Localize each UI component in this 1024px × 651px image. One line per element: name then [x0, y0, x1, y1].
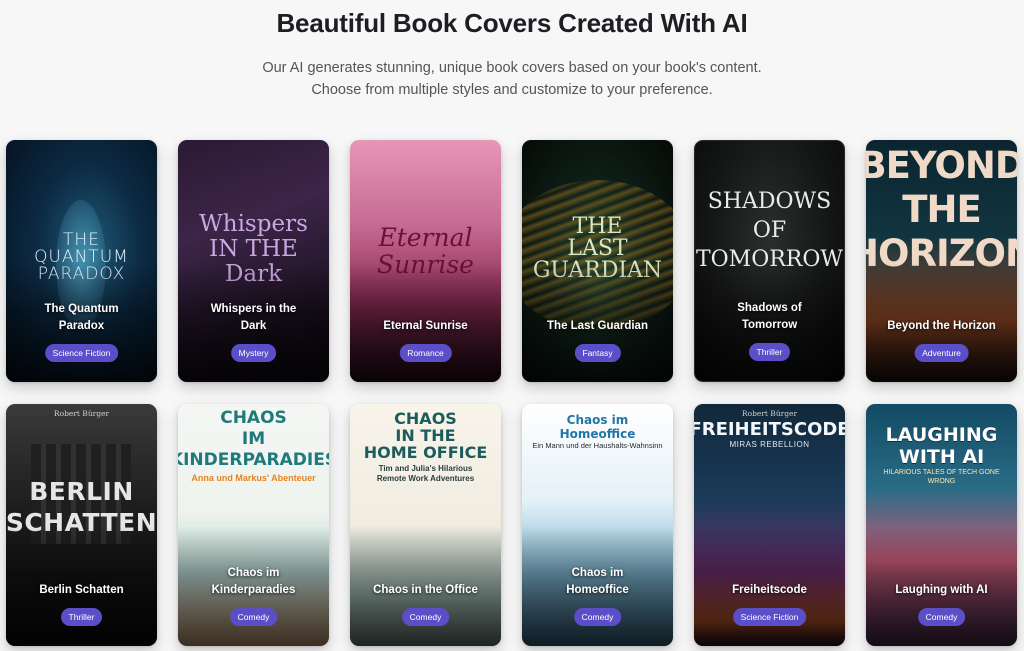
- cover-art-subtitle: Anna und Markus' Abenteuer: [191, 473, 316, 483]
- book-title: Whispers in the Dark: [210, 303, 297, 332]
- genre-badge: Comedy: [917, 608, 966, 626]
- book-card-freiheitscode[interactable]: Robert Bürger FREIHEITSCODE MIRAS REBELL…: [694, 404, 845, 646]
- book-card-chaos-in-the-office[interactable]: CHAOS IN THE HOME OFFICE Tim and Julia's…: [350, 404, 501, 646]
- cover-art-title: LAUGHING WITH AI: [885, 424, 998, 468]
- book-title: Laughing with AI: [895, 584, 988, 596]
- book-title: Chaos im Kinderparadies: [211, 567, 296, 596]
- cover-art-subtitle: HILARIOUS TALES OF TECH GONE WRONG: [883, 469, 1000, 485]
- cover-art-title: CHAOS IM KINDERPARADIES: [178, 408, 329, 470]
- book-title: Berlin Schatten: [39, 584, 124, 596]
- page-subtitle: Our AI generates stunning, unique book c…: [0, 58, 1024, 101]
- book-title: Shadows of Tomorrow: [737, 302, 802, 331]
- genre-badge: Fantasy: [574, 344, 621, 362]
- genre-badge: Comedy: [401, 608, 450, 626]
- book-card-laughing-with-ai[interactable]: LAUGHING WITH AI HILARIOUS TALES OF TECH…: [866, 404, 1017, 646]
- cover-art-title: CHAOS IN THE HOME OFFICE: [363, 409, 488, 462]
- cover-art-title: FREIHEITSCODE: [694, 419, 845, 440]
- genre-badge: Comedy: [229, 608, 278, 626]
- book-title: The Quantum Paradox: [44, 303, 119, 332]
- cover-art-subtitle: Ein Mann und der Haushalts-Wahnsinn: [532, 441, 663, 450]
- genre-badge: Science Fiction: [732, 608, 807, 626]
- book-title: The Last Guardian: [547, 320, 648, 332]
- subtitle-line-2: Choose from multiple styles and customiz…: [311, 81, 713, 98]
- book-title: Chaos in the Office: [373, 584, 478, 596]
- book-card-chaos-im-kinderparadies[interactable]: CHAOS IM KINDERPARADIES Anna und Markus'…: [178, 404, 329, 646]
- book-cover-grid: THE QUANTUM PARADOX The Quantum Paradox …: [6, 140, 1018, 646]
- cover-art-title: BEYOND THE HORIZON: [866, 144, 1017, 275]
- genre-badge: Science Fiction: [44, 344, 119, 362]
- book-card-last-guardian[interactable]: THE LAST GUARDIAN The Last Guardian Fant…: [522, 140, 673, 382]
- cover-art-subtitle: MIRAS REBELLION: [729, 440, 810, 449]
- book-card-chaos-im-homeoffice[interactable]: Chaos im Homeoffice Ein Mann und der Hau…: [522, 404, 673, 646]
- book-card-whispers-in-the-dark[interactable]: Whispers IN THE Dark Whispers in the Dar…: [178, 140, 329, 382]
- book-card-shadows-of-tomorrow[interactable]: SHADOWS OF TOMORROW Shadows of Tomorrow …: [694, 140, 845, 382]
- genre-badge: Comedy: [573, 608, 622, 626]
- genre-badge: Thriller: [748, 343, 791, 361]
- book-card-berlin-schatten[interactable]: Robert Bürger BERLIN SCHATTEN Berlin Sch…: [6, 404, 157, 646]
- book-card-eternal-sunrise[interactable]: Eternal Sunrise Eternal Sunrise Romance: [350, 140, 501, 382]
- cover-art-title: Chaos im Homeoffice: [559, 413, 636, 441]
- genre-badge: Thriller: [60, 608, 103, 626]
- cover-author: Robert Bürger: [741, 409, 798, 418]
- book-title: Beyond the Horizon: [887, 320, 996, 332]
- cover-author: Robert Bürger: [53, 409, 110, 418]
- book-card-quantum-paradox[interactable]: THE QUANTUM PARADOX The Quantum Paradox …: [6, 140, 157, 382]
- genre-badge: Adventure: [914, 344, 969, 362]
- cover-art-subtitle: Tim and Julia's Hilarious Remote Work Ad…: [376, 464, 475, 483]
- book-title: Chaos im Homeoffice: [566, 567, 629, 596]
- page-title: Beautiful Book Covers Created With AI: [276, 8, 748, 38]
- genre-badge: Mystery: [230, 344, 277, 362]
- book-title: Eternal Sunrise: [383, 320, 468, 332]
- book-title: Freiheitscode: [732, 584, 807, 596]
- genre-badge: Romance: [399, 344, 452, 362]
- subtitle-line-1: Our AI generates stunning, unique book c…: [262, 60, 762, 76]
- book-card-beyond-the-horizon[interactable]: BEYOND THE HORIZON Beyond the Horizon Ad…: [866, 140, 1017, 382]
